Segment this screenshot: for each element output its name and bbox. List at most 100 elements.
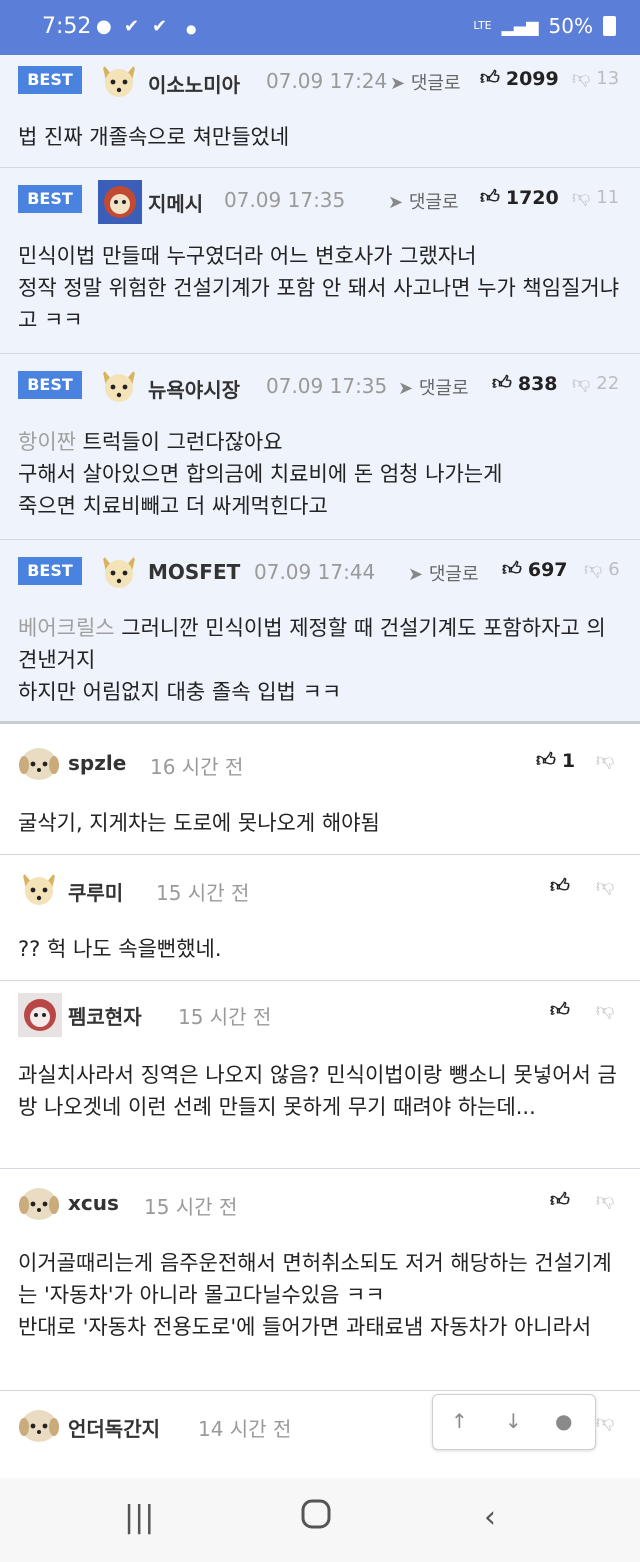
comment-body: 이거골때리는게 음주운전해서 면허취소되도 저거 해당하는 건설기계는 '자동차… [18, 1251, 612, 1339]
comment-bubble-icon[interactable]: ● [555, 1409, 572, 1433]
reply-label: 댓글로 [428, 564, 479, 585]
battery-icon [603, 16, 616, 36]
status-time: 7:52 [42, 14, 92, 39]
comment: xcus 15 시간 전 👍︎ 👎︎ 이거골때리는게 음주운전해서 면허취소되도… [0, 1169, 640, 1391]
send-icon: ➤ [388, 192, 404, 213]
floating-action-bar: ↑ ↓ ● [432, 1394, 596, 1450]
comment-time: 15 시간 전 [144, 1195, 238, 1219]
downvote-button[interactable]: 👎︎ 22 [572, 372, 619, 395]
comment-date: 07.09 17:24 [266, 69, 388, 93]
best-comment: BEST 뉴욕야시장 07.09 17:35 ➤ 댓글로 👍︎ 838 👎︎ 22 … [0, 354, 640, 540]
send-icon: ➤ [408, 564, 424, 585]
thumbs-down-icon: 👎︎ [596, 1000, 615, 1021]
comment-body: 법 진짜 개졸속으로 쳐만들었네 [18, 125, 290, 149]
best-badge: BEST [18, 371, 82, 399]
avatar[interactable] [98, 61, 140, 101]
avatar[interactable] [98, 180, 142, 224]
nickname[interactable]: 펨코현자 [68, 1001, 142, 1030]
nickname[interactable]: 지메시 [148, 188, 203, 217]
downvote-button[interactable]: 👎︎ [596, 1411, 614, 1433]
back-button[interactable]: ‹ [484, 1500, 496, 1535]
reply-button[interactable]: ➤ 댓글로 [408, 560, 479, 586]
check-icon: ✔ [152, 16, 168, 37]
comment-body: 과실치사라서 징역은 나오지 않음? 민식이법이랑 뺑소니 못넣어서 금방 나오… [18, 1063, 617, 1119]
best-comment: BEST 지메시 07.09 17:35 ➤ 댓글로 👍︎ 1720 👎︎ 11 민… [0, 168, 640, 354]
thumbs-up-icon: 👍︎ [480, 186, 500, 208]
comment: spzle 16 시간 전 👍︎ 1 👎︎ 굴삭기, 지게차는 도로에 못나오게 … [0, 727, 640, 855]
downvote-button[interactable]: 👎︎ [596, 999, 614, 1021]
comment-body: ?? 헉 나도 속을뻔했네. [18, 937, 222, 961]
reply-button[interactable]: ➤ 댓글로 [388, 188, 459, 214]
upvote-count: 1720 [505, 186, 559, 209]
comment: 펨코현자 15 시간 전 👍︎ 👎︎ 과실치사라서 징역은 나오지 않음? 민식… [0, 981, 640, 1169]
downvote-button[interactable]: 👎︎ [596, 749, 614, 771]
thumbs-down-icon: 👎︎ [584, 559, 603, 580]
comment-time: 16 시간 전 [150, 755, 244, 779]
downvote-button[interactable]: 👎︎ 13 [572, 67, 620, 90]
upvote-button[interactable]: 👍︎ [550, 1189, 570, 1212]
upvote-button[interactable]: 👍︎ [550, 875, 570, 898]
comment-text: 굴삭기, 지게차는 도로에 못나오게 해야됨 [18, 807, 622, 839]
reply-button[interactable]: ➤ 댓글로 [390, 69, 461, 95]
upvote-button[interactable]: 👍︎ 697 [502, 558, 568, 581]
comment-date: 07.09 17:35 [224, 188, 346, 212]
avatar[interactable] [18, 1183, 60, 1223]
thumbs-down-icon: 👎︎ [572, 373, 591, 394]
comment-text: 민식이법 만들때 누구였더라 어느 변호사가 그랬자너 정작 정말 위험한 건설… [18, 240, 622, 336]
upvote-button[interactable]: 👍︎ [550, 999, 570, 1022]
avatar[interactable] [18, 743, 60, 783]
thumbs-up-icon: 👍︎ [536, 749, 556, 771]
home-button[interactable] [300, 1498, 332, 1538]
mention-nick[interactable]: 베어크릴스 [18, 616, 115, 640]
scroll-up-button[interactable]: ↑ [451, 1409, 468, 1433]
recent-apps-button[interactable]: ||| [124, 1500, 154, 1535]
nickname[interactable]: 이소노미아 [148, 69, 240, 98]
nickname[interactable]: spzle [68, 751, 126, 775]
avatar[interactable] [18, 869, 60, 909]
upvote-button[interactable]: 👍︎ 2099 [480, 67, 559, 90]
avatar[interactable] [18, 993, 62, 1037]
avatar[interactable] [98, 552, 140, 592]
avatar[interactable] [18, 1405, 60, 1445]
nickname[interactable]: 언더독간지 [68, 1413, 160, 1442]
downvote-count: 13 [596, 67, 620, 89]
mention-nick[interactable]: 항이짠 [18, 430, 76, 454]
scroll-down-button[interactable]: ↓ [505, 1409, 522, 1433]
comment-text: 과실치사라서 징역은 나오지 않음? 민식이법이랑 뺑소니 못넣어서 금방 나오… [18, 1059, 622, 1123]
nickname[interactable]: xcus [68, 1191, 119, 1215]
upvote-count: 1 [561, 749, 576, 772]
signal-icon: ▂▄▆ [501, 16, 539, 36]
best-badge: BEST [18, 66, 82, 94]
network-label: LTE [473, 19, 492, 32]
nickname[interactable]: 뉴욕야시장 [148, 374, 240, 403]
downvote-button[interactable]: 👎︎ 11 [572, 186, 620, 209]
upvote-button[interactable]: 👍︎ 1720 [480, 186, 559, 209]
comment-body: 트럭들이 그런다잖아요 구해서 살아있으면 합의금에 치료비에 돈 엄청 나가는… [18, 430, 503, 518]
thumbs-up-icon: 👍︎ [502, 558, 522, 580]
comment-text: ?? 헉 나도 속을뻔했네. [18, 933, 622, 965]
battery-label: 50% [548, 14, 593, 38]
reply-label: 댓글로 [410, 73, 461, 94]
avatar[interactable] [98, 366, 140, 406]
thumbs-up-icon: 👍︎ [492, 372, 512, 394]
best-badge: BEST [18, 185, 82, 213]
home-icon [301, 1499, 331, 1529]
downvote-count: 11 [596, 186, 620, 208]
downvote-button[interactable]: 👎︎ [596, 875, 614, 897]
comment-body: 굴삭기, 지게차는 도로에 못나오게 해야됨 [18, 811, 380, 835]
thumbs-up-icon: 👍︎ [480, 67, 500, 89]
reply-button[interactable]: ➤ 댓글로 [398, 374, 469, 400]
downvote-button[interactable]: 👎︎ 6 [584, 558, 620, 581]
best-badge: BEST [18, 557, 82, 585]
comment-time: 14 시간 전 [198, 1417, 292, 1441]
downvote-button[interactable]: 👎︎ [596, 1189, 614, 1211]
nickname[interactable]: 쿠루미 [68, 877, 123, 906]
upvote-button[interactable]: 👍︎ 838 [492, 372, 558, 395]
comment-text: 베어크릴스 그러니깐 민식이법 제정할 때 건설기계도 포함하자고 의견낸거지 … [18, 612, 622, 708]
send-icon: ➤ [398, 378, 414, 399]
upvote-button[interactable]: 👍︎ 1 [536, 749, 575, 772]
comment-time: 15 시간 전 [156, 881, 250, 905]
thumbs-up-icon: 👍︎ [550, 999, 570, 1021]
send-icon: ➤ [390, 73, 406, 94]
nickname[interactable]: MOSFET [148, 560, 240, 584]
